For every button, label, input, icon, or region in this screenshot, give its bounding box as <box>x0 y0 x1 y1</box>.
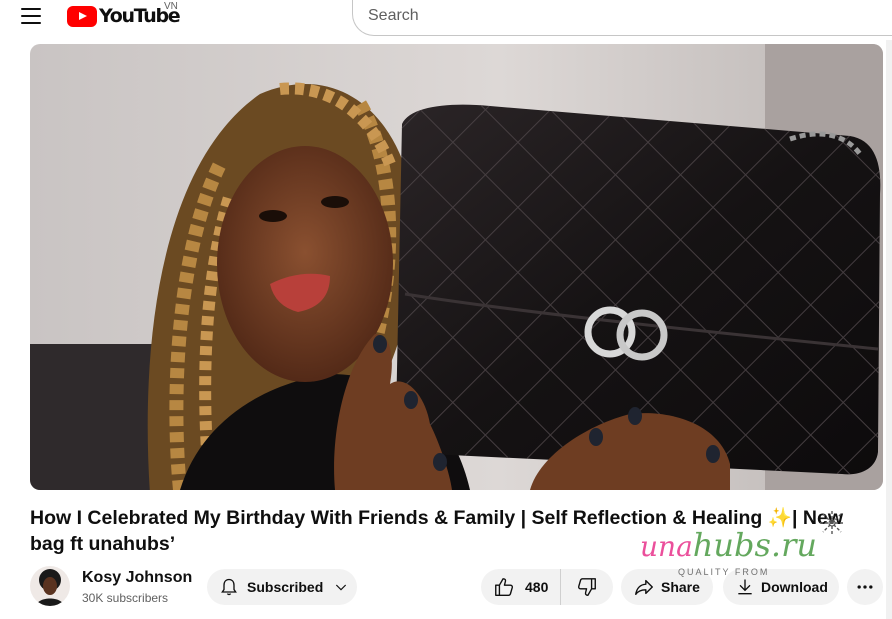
menu-icon[interactable] <box>21 8 41 24</box>
more-icon <box>857 585 873 589</box>
channel-name[interactable]: Kosy Johnson <box>82 569 192 587</box>
bell-icon <box>221 578 237 596</box>
country-code: VN <box>164 1 178 12</box>
download-icon <box>738 579 752 595</box>
search-box[interactable] <box>352 0 892 36</box>
search-input[interactable] <box>368 0 868 32</box>
sparkle-icon <box>820 511 844 535</box>
like-button[interactable]: 480 <box>481 569 561 605</box>
chevron-down-icon <box>336 584 347 591</box>
masthead: YouTube VN <box>0 0 892 40</box>
youtube-logo-icon <box>67 5 97 27</box>
scrollbar[interactable] <box>886 40 892 619</box>
share-button[interactable]: Share <box>621 569 713 605</box>
subscriber-count: 30K subscribers <box>82 591 169 605</box>
avatar[interactable] <box>30 566 70 606</box>
video-player[interactable] <box>30 44 883 490</box>
thumbs-up-icon <box>495 578 513 596</box>
subscribe-button[interactable]: Subscribed <box>207 569 357 605</box>
share-label: Share <box>661 579 700 595</box>
download-label: Download <box>761 579 828 595</box>
thumbs-down-icon <box>578 578 596 596</box>
youtube-logo[interactable]: YouTube <box>67 4 181 28</box>
subscribe-label: Subscribed <box>247 579 324 595</box>
video-title: How I Celebrated My Birthday With Friend… <box>30 507 843 555</box>
video-frame <box>30 44 883 490</box>
download-button[interactable]: Download <box>723 569 839 605</box>
share-icon <box>635 579 653 596</box>
dislike-button[interactable] <box>561 569 613 605</box>
like-count: 480 <box>525 579 549 595</box>
like-dislike-group: 480 <box>481 569 613 605</box>
more-actions-button[interactable] <box>847 569 883 605</box>
